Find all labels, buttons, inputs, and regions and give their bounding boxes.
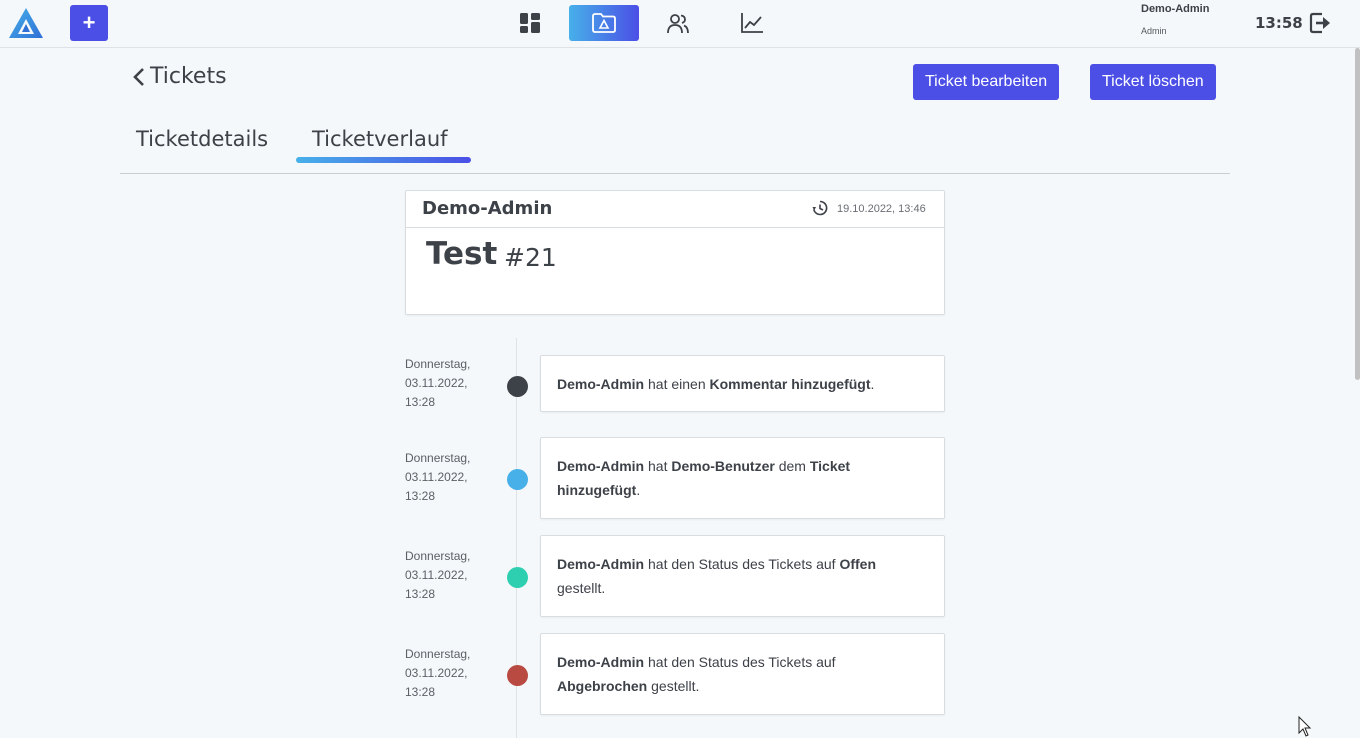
timeline-entry-bold: Demo-Benutzer	[671, 458, 775, 474]
ticket-number: #21	[504, 243, 557, 272]
divider	[120, 173, 1230, 174]
timeline-entry-bold: Demo-Admin	[557, 375, 645, 392]
users-icon	[667, 14, 689, 34]
timeline-entry-span: gestellt.	[647, 678, 700, 694]
timeline-entry: Demo-Admin hat Demo-Benutzer dem Ticket …	[540, 437, 945, 519]
tab-ticketverlauf[interactable]: Ticketverlauf	[312, 127, 448, 151]
timeline-date-time: 13:28	[405, 395, 436, 409]
nav-statistics[interactable]	[717, 5, 787, 41]
dashboard-icon	[520, 13, 540, 33]
timeline-date: Donnerstag, 03.11.2022, 13:28	[405, 645, 470, 702]
logout-icon[interactable]	[1308, 11, 1332, 35]
ticket-timestamp: 19.10.2022, 13:46	[837, 203, 926, 215]
timeline-entry-span: .	[636, 482, 641, 498]
active-tab-indicator	[296, 157, 471, 163]
timeline-date-time: 13:28	[405, 587, 436, 601]
ticket-card: Demo-Admin 19.10.2022, 13:46 Test #21	[405, 190, 945, 315]
app-logo-icon[interactable]	[8, 7, 44, 39]
timeline-entry-span: hat einen	[644, 375, 710, 392]
timeline-dot	[507, 469, 528, 490]
timeline-date-time: 13:28	[405, 489, 436, 503]
timeline-entry-bold: Demo-Admin	[557, 556, 645, 572]
timeline-entry-span: hat den Status des Tickets auf	[644, 556, 840, 572]
timeline-entry-bold: Kommentar hinzugefügt	[709, 375, 871, 392]
timeline-date-day: Donnerstag,	[405, 451, 471, 465]
ticket-author: Demo-Admin	[422, 198, 553, 219]
timeline-entry-bold: Demo-Admin	[557, 654, 645, 670]
ticket-folder-icon	[592, 13, 616, 33]
user-name: Demo-Admin	[1141, 3, 1210, 15]
timeline-entry-bold: Offen	[839, 556, 877, 572]
timeline-entry-span: dem	[774, 458, 810, 474]
timeline-entry-span: gestellt.	[557, 580, 606, 596]
timeline-date: Donnerstag, 03.11.2022, 13:28	[405, 355, 470, 412]
timeline-date-day: Donnerstag,	[405, 549, 471, 563]
timeline-entry-text: Demo-Admin hat Demo-Benutzer dem Ticket …	[557, 454, 928, 502]
timeline-entry-span: .	[870, 375, 875, 392]
timeline-entry-bold: Demo-Admin	[557, 458, 645, 474]
page-title: Tickets	[150, 64, 227, 89]
timeline-date-day: Donnerstag,	[405, 647, 471, 661]
chevron-left-icon	[133, 67, 144, 86]
timeline-entry-text: Demo-Admin hat einen Kommentar hinzugefü…	[557, 372, 874, 396]
timeline-date-day: Donnerstag,	[405, 357, 471, 371]
timeline-dot	[507, 665, 528, 686]
scrollbar[interactable]	[1355, 48, 1360, 380]
timeline-entry-text: Demo-Admin hat den Status des Tickets au…	[557, 552, 928, 600]
timeline-entry: Demo-Admin hat den Status des Tickets au…	[540, 535, 945, 617]
add-button[interactable]: +	[70, 5, 108, 41]
timeline-entry-bold: Abgebrochen	[557, 678, 648, 694]
tab-ticketdetails[interactable]: Ticketdetails	[136, 127, 268, 151]
timeline-dot	[507, 376, 528, 397]
user-role: Admin	[1141, 26, 1167, 36]
nav-users[interactable]	[643, 5, 713, 41]
timeline-date-date: 03.11.2022,	[405, 568, 468, 582]
timeline-date-date: 03.11.2022,	[405, 376, 468, 390]
timeline-dot	[507, 567, 528, 588]
timeline-date-date: 03.11.2022,	[405, 470, 468, 484]
edit-ticket-button[interactable]: Ticket bearbeiten	[913, 64, 1060, 100]
chart-line-icon	[741, 13, 763, 33]
ticket-card-header: Demo-Admin 19.10.2022, 13:46	[406, 191, 944, 228]
timeline-date-time: 13:28	[405, 685, 436, 699]
timeline-date-date: 03.11.2022,	[405, 666, 468, 680]
nav-dashboard[interactable]	[495, 5, 565, 41]
ticket-title: Test	[426, 236, 498, 272]
timeline-date: Donnerstag, 03.11.2022, 13:28	[405, 547, 470, 604]
delete-ticket-button[interactable]: Ticket löschen	[1090, 64, 1216, 100]
timeline-date: Donnerstag, 03.11.2022, 13:28	[405, 449, 470, 506]
timeline-entry-span: hat den Status des Tickets auf	[644, 654, 836, 670]
timeline-entry-text: Demo-Admin hat den Status des Tickets au…	[557, 650, 928, 698]
timeline-entry: Demo-Admin hat einen Kommentar hinzugefü…	[540, 355, 945, 412]
nav-tickets[interactable]	[569, 5, 639, 41]
mouse-cursor-icon	[1298, 716, 1312, 737]
top-bar: + Demo-Admin Admin 13:58	[0, 0, 1360, 48]
clock-history-icon	[812, 200, 828, 216]
back-link[interactable]: Tickets	[132, 64, 227, 89]
timeline-entry: Demo-Admin hat den Status des Tickets au…	[540, 633, 945, 715]
clock: 13:58	[1255, 14, 1303, 32]
timeline-entry-span: hat	[644, 458, 672, 474]
